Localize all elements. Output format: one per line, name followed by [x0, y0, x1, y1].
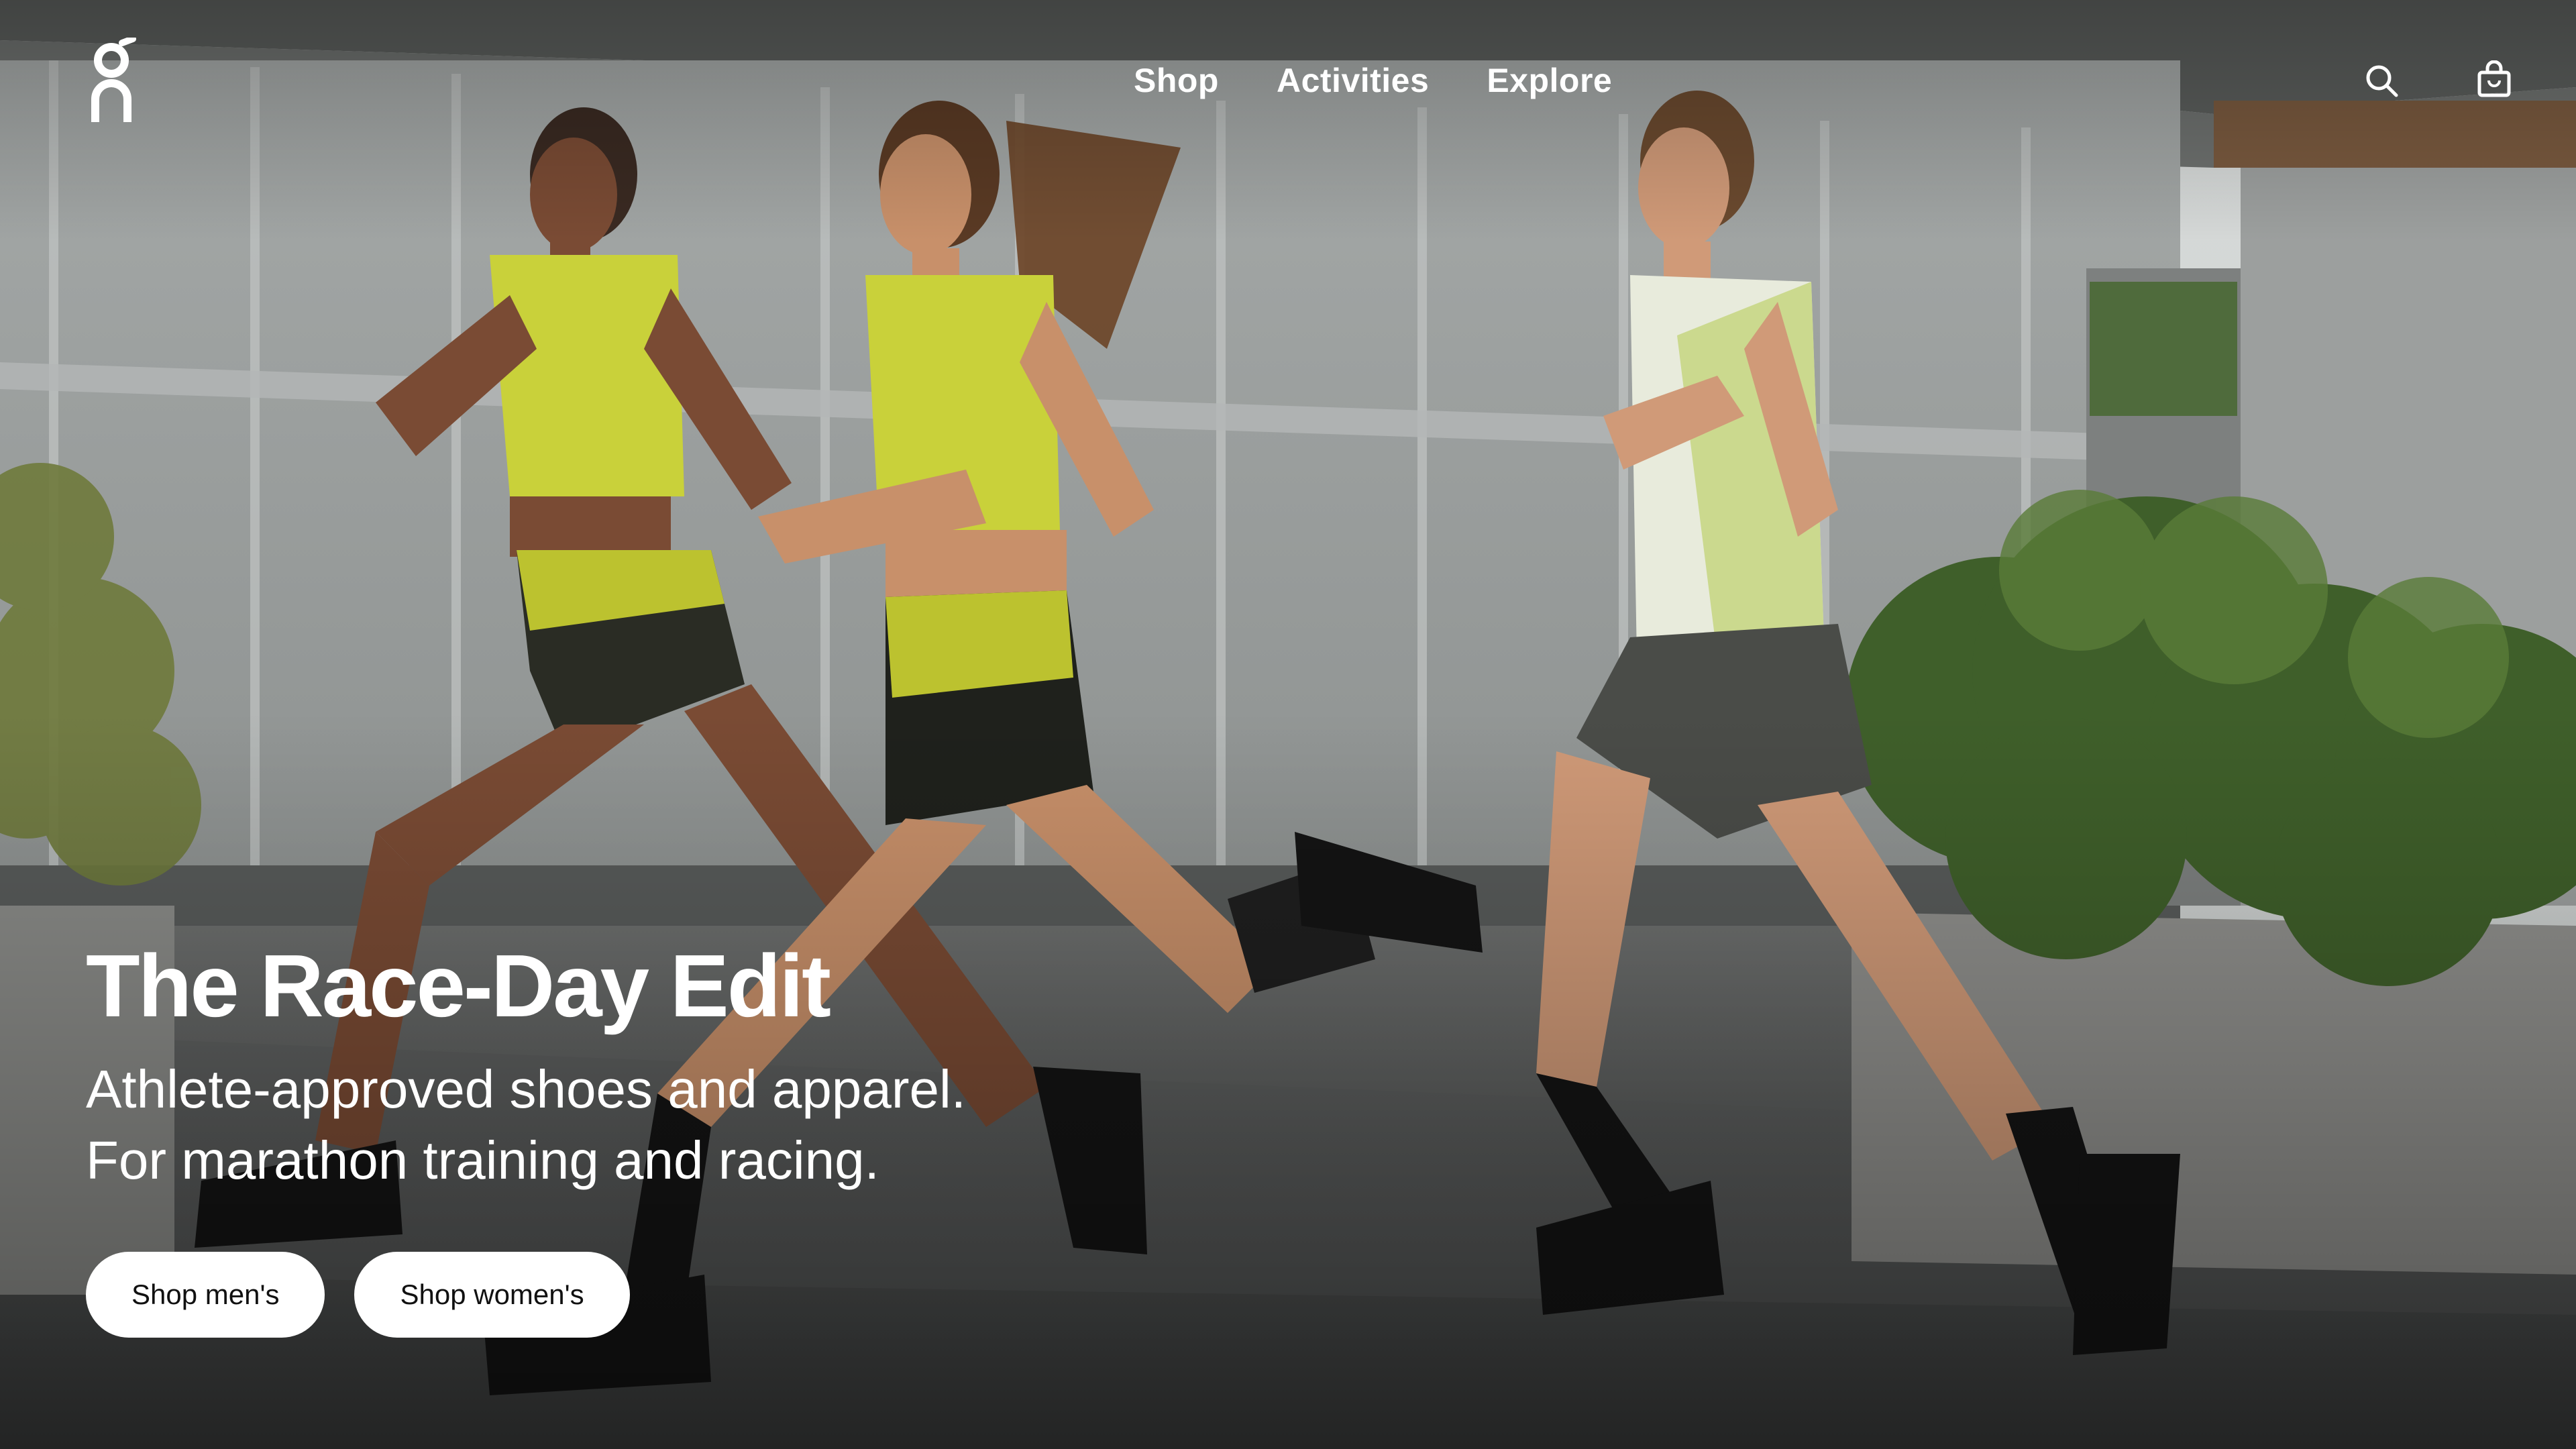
shop-womens-button[interactable]: Shop women's [354, 1252, 630, 1338]
nav-activities[interactable]: Activities [1277, 54, 1429, 107]
hero-section: Shop Activities Explore The Race-Day Edi… [0, 0, 2576, 1449]
hero-headline: The Race-Day Edit [86, 936, 831, 1035]
on-logo-icon[interactable] [89, 36, 140, 123]
hero-subline-2: For marathon training and racing. [86, 1130, 879, 1190]
header-actions [2174, 54, 2576, 107]
nav-explore[interactable]: Explore [1487, 54, 1612, 107]
shop-mens-button[interactable]: Shop men's [86, 1252, 325, 1338]
main-nav: Shop Activities Explore [1134, 54, 1612, 107]
shopping-bag-icon[interactable] [2467, 54, 2521, 107]
hero-subline-1: Athlete-approved shoes and apparel. [86, 1059, 967, 1119]
site-header: Shop Activities Explore [0, 0, 2576, 161]
search-icon[interactable] [2355, 54, 2408, 107]
hero-copy: The Race-Day Edit Athlete-approved shoes… [86, 936, 1226, 1196]
hero-background-image [0, 0, 2576, 1449]
nav-shop[interactable]: Shop [1134, 54, 1219, 107]
hero-cta-group: Shop men's Shop women's [86, 1252, 630, 1338]
